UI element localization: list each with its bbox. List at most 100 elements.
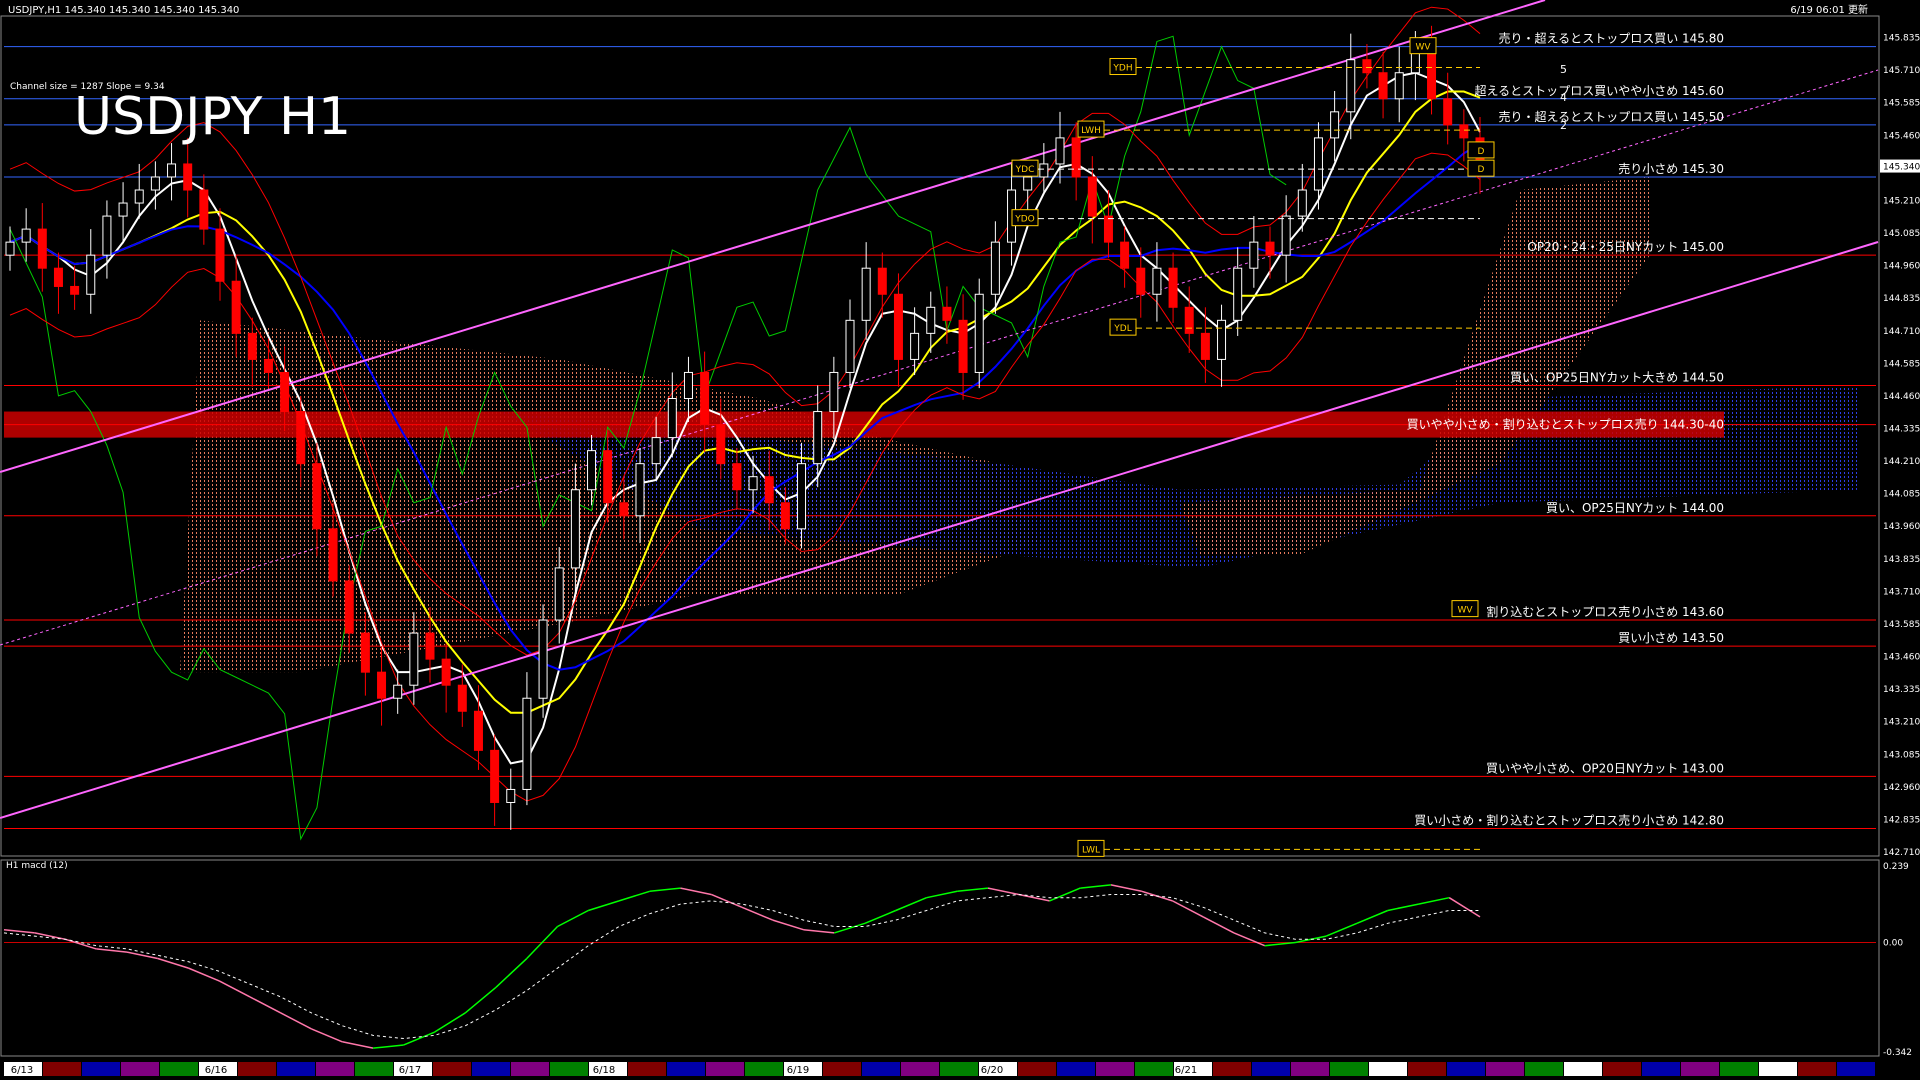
date-label-3: 6/18 xyxy=(593,1065,615,1076)
candle-body xyxy=(1297,189,1307,217)
candle-body xyxy=(183,163,193,191)
level-label-11: 買い小さめ・割り込むとストップロス売り小さめ 142.80 xyxy=(1414,813,1724,828)
level-label-5: 買い、OP25日NYカット大きめ 144.50 xyxy=(1510,370,1724,384)
date-label-1: 6/16 xyxy=(205,1065,227,1076)
y-tick-24: 142.835 xyxy=(1883,815,1920,825)
date-strip xyxy=(1213,1062,1251,1076)
candle-body xyxy=(942,306,952,321)
macd-segment xyxy=(618,890,650,902)
y-tick-17: 143.710 xyxy=(1883,587,1920,597)
candle-body xyxy=(570,489,580,569)
candle-body xyxy=(1184,306,1194,334)
candle-body xyxy=(522,697,532,790)
candle-body xyxy=(910,332,920,360)
candle-body xyxy=(70,285,80,295)
macd-segment xyxy=(1418,896,1450,905)
date-strip xyxy=(238,1062,276,1076)
date-strip xyxy=(160,1062,198,1076)
marker-label-8: D xyxy=(1478,147,1485,157)
macd-segment xyxy=(680,887,712,896)
date-strip xyxy=(316,1062,354,1076)
date-strip xyxy=(1408,1062,1446,1076)
candle-body xyxy=(893,293,903,360)
macd-segment xyxy=(803,928,835,934)
macd-segment xyxy=(434,1012,466,1033)
date-strip xyxy=(1603,1062,1641,1076)
macd-panel: 0.239 0.00 -0.342 xyxy=(3,862,1912,1058)
macd-segment xyxy=(188,967,220,982)
candle-body xyxy=(5,241,15,256)
date-strip xyxy=(1447,1062,1485,1076)
marker-label-2: YDC xyxy=(1015,165,1035,175)
candle-body xyxy=(1330,111,1340,139)
y-tick-10: 144.585 xyxy=(1883,359,1920,369)
date-strip xyxy=(550,1062,588,1076)
marker-label-1: LWH xyxy=(1081,126,1101,136)
y-tick-2: 145.585 xyxy=(1883,99,1920,109)
date-strip xyxy=(1525,1062,1563,1076)
date-label-0: 6/13 xyxy=(11,1065,33,1076)
macd-segment xyxy=(372,1044,404,1049)
candle-body xyxy=(1071,137,1081,178)
y-tick-8: 144.835 xyxy=(1883,294,1920,304)
candle-body xyxy=(247,332,257,360)
candle-body xyxy=(506,788,516,803)
candle-body xyxy=(748,476,758,491)
y-tick-7: 144.960 xyxy=(1883,262,1920,272)
candle-body xyxy=(1103,215,1113,243)
macd-segment xyxy=(834,922,866,934)
candle-body xyxy=(813,411,823,465)
candle-body xyxy=(974,293,984,373)
candle-body xyxy=(393,684,403,699)
y-tick-14: 144.085 xyxy=(1883,490,1920,500)
y-tick-23: 142.960 xyxy=(1883,783,1920,793)
level-label-4: OP20・24・25日NYカット 145.00 xyxy=(1527,240,1724,254)
marker-label-0: YDH xyxy=(1112,64,1132,74)
date-strip xyxy=(628,1062,666,1076)
date-strip xyxy=(1369,1062,1407,1076)
candle-body xyxy=(1039,163,1049,178)
date-strip xyxy=(1018,1062,1056,1076)
macd-segment xyxy=(926,890,958,899)
candle-body xyxy=(134,189,144,204)
date-strip xyxy=(862,1062,900,1076)
date-strip xyxy=(823,1062,861,1076)
price-axis: 145.835 145.710 145.585 145.460 145.340 145.2… xyxy=(1880,34,1920,858)
date-strip xyxy=(1720,1062,1758,1076)
date-strip xyxy=(1135,1062,1173,1076)
y-tick-21: 143.210 xyxy=(1883,718,1920,728)
level-label-10: 買いやや小さめ、OP20日NYカット 143.00 xyxy=(1486,761,1724,775)
candle-body xyxy=(554,567,564,621)
candle-body xyxy=(1281,215,1291,256)
y-tick-6: 145.085 xyxy=(1883,229,1920,239)
candle-body xyxy=(1265,241,1275,256)
candle-body xyxy=(651,437,661,465)
macd-segment xyxy=(1448,897,1481,918)
marker-label-6: WV xyxy=(1415,43,1431,53)
macd-segment xyxy=(96,948,128,953)
macd-segment xyxy=(126,951,158,960)
date-strip xyxy=(277,1062,315,1076)
date-strip xyxy=(901,1062,939,1076)
date-strip xyxy=(1096,1062,1134,1076)
marker-label-4: YDL xyxy=(1113,324,1131,334)
macd-segment xyxy=(1080,884,1112,889)
macd-segment xyxy=(311,1028,343,1043)
candle-body xyxy=(1168,267,1178,308)
candle-body xyxy=(1313,137,1323,191)
candle-body xyxy=(312,463,322,530)
date-strip xyxy=(1798,1062,1836,1076)
candle-body xyxy=(635,463,645,517)
date-label-2: 6/17 xyxy=(399,1065,421,1076)
candle-body xyxy=(1087,176,1097,217)
candle-body xyxy=(53,267,63,287)
candle-body xyxy=(490,749,500,803)
candle-body xyxy=(231,280,241,334)
date-strip xyxy=(940,1062,978,1076)
macd-segment xyxy=(342,1041,374,1049)
candle-body xyxy=(1378,72,1388,100)
candle-body xyxy=(425,632,435,660)
macd-segment xyxy=(249,996,282,1014)
candle-body xyxy=(102,215,112,256)
candle-body xyxy=(1249,241,1259,269)
